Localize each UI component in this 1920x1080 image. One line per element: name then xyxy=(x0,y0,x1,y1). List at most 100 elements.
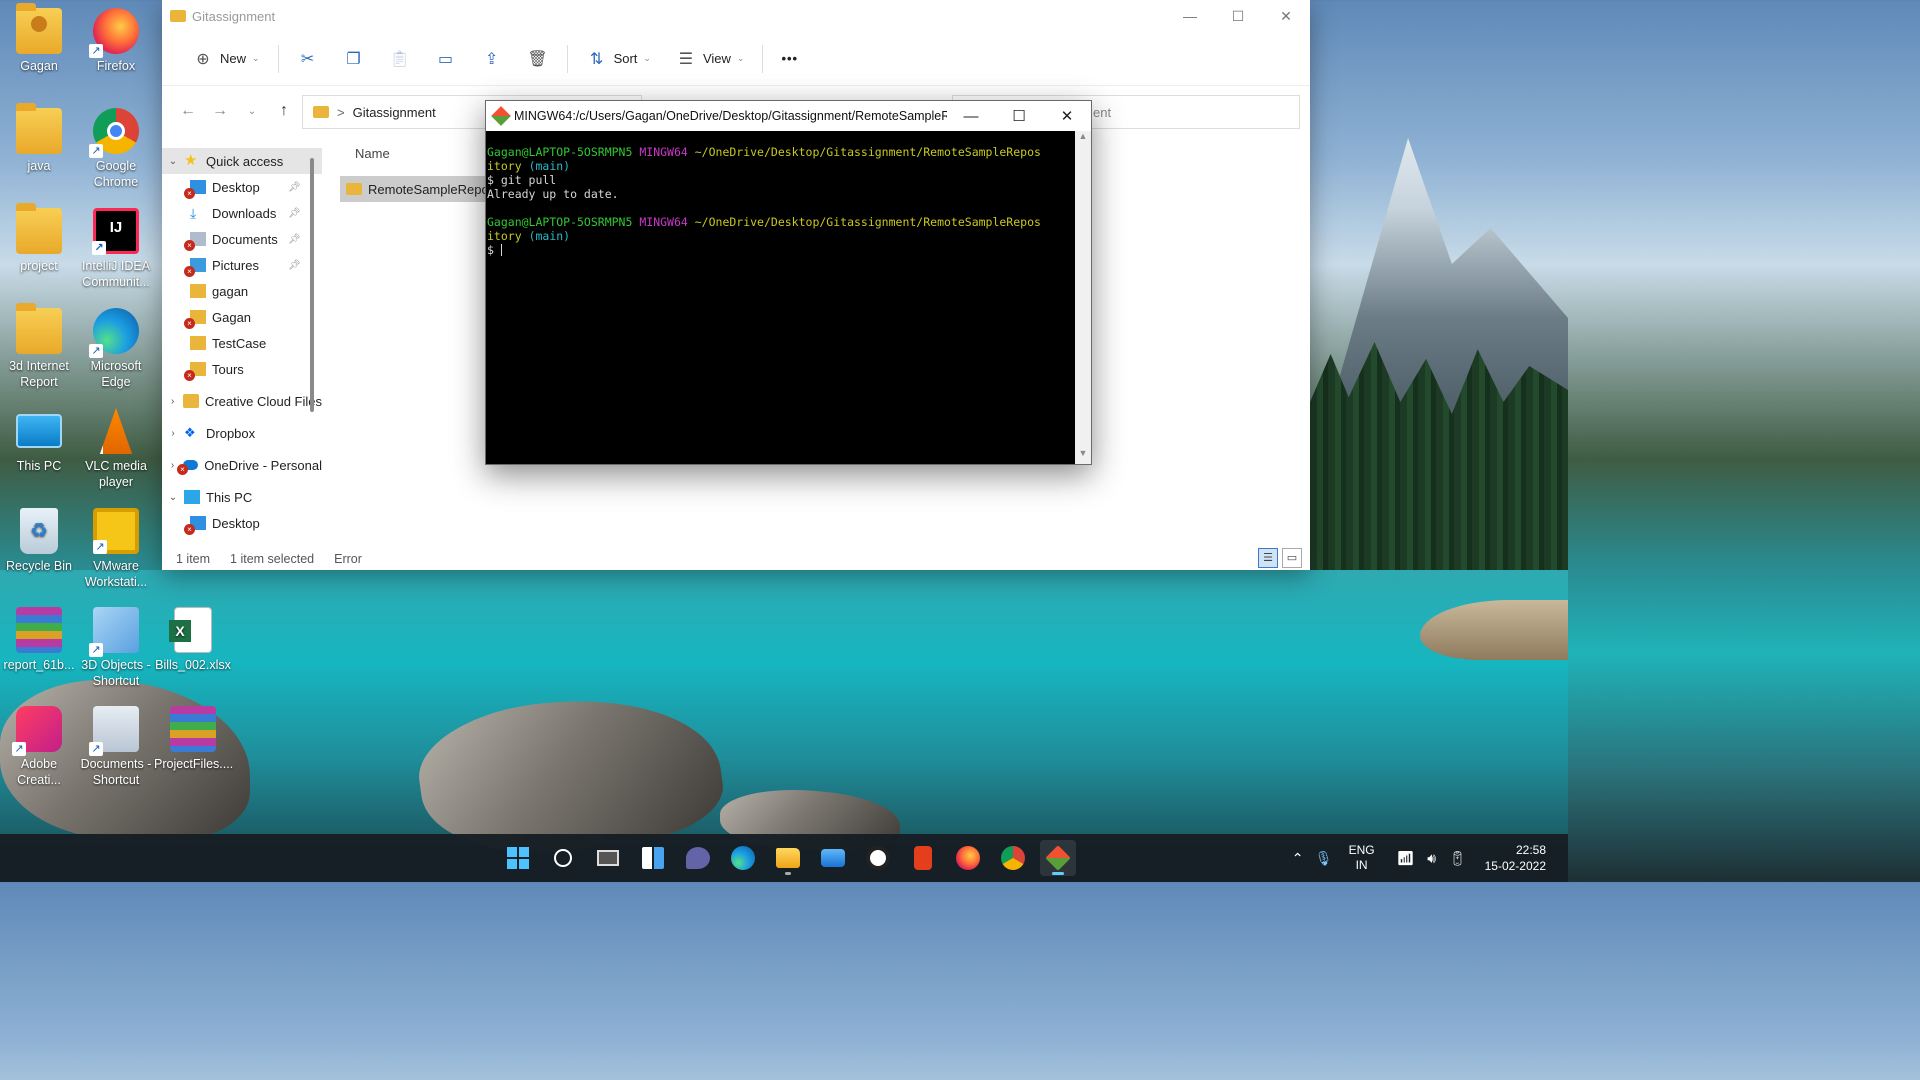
desktop-icon-recycle-bin[interactable]: ♻ Recycle Bin xyxy=(0,508,78,574)
share-button[interactable]: ⇪ xyxy=(469,42,515,76)
chrome-taskbar-button[interactable] xyxy=(995,840,1031,876)
edge-taskbar-button[interactable] xyxy=(725,840,761,876)
paste-button[interactable]: 📋︎ xyxy=(377,42,423,76)
search-button[interactable] xyxy=(545,840,581,876)
desktop-icon-documents[interactable]: Documents - Shortcut xyxy=(77,706,155,788)
desktop-icon-3d-objects[interactable]: 3D Objects - Shortcut xyxy=(77,607,155,689)
volume-icon[interactable]: 🔊︎ xyxy=(1421,850,1443,867)
minimize-button[interactable]: — xyxy=(1166,0,1214,32)
command-bar: ⊕ New ⌄ ✂ ❐ 📋︎ ▭ ⇪ 🗑︎ ⇅ Sort ⌄ ☰ View ⌄ … xyxy=(162,32,1310,86)
nav-item-testcase[interactable]: TestCase xyxy=(162,330,322,356)
forward-button[interactable]: → xyxy=(204,102,236,120)
firefox-taskbar-button[interactable] xyxy=(950,840,986,876)
sort-label: Sort xyxy=(613,51,638,66)
file-row-selected[interactable]: RemoteSampleRepository xyxy=(340,176,490,202)
copy-button[interactable]: ❐ xyxy=(331,42,377,76)
nav-dropbox[interactable]: › ❖ Dropbox xyxy=(162,420,322,446)
nav-item-downloads[interactable]: ⤓ Downloads 📌︎ xyxy=(162,200,322,226)
desktop-icon-firefox[interactable]: Firefox xyxy=(77,8,155,74)
rename-button[interactable]: ▭ xyxy=(423,42,469,76)
large-icons-view-button[interactable]: ▭ xyxy=(1282,548,1302,568)
up-button[interactable]: ↑ xyxy=(268,102,300,120)
nav-this-pc[interactable]: ⌄ This PC xyxy=(162,484,322,510)
nav-item-gagan[interactable]: × Gagan xyxy=(162,304,322,330)
back-button[interactable]: ← xyxy=(172,102,204,120)
close-button[interactable]: ✕ xyxy=(1043,101,1091,131)
desktop-icon-projectfiles[interactable]: ProjectFiles.... xyxy=(154,706,233,772)
task-view-button[interactable] xyxy=(590,840,626,876)
breadcrumb-gitassignment[interactable]: Gitassignment xyxy=(353,105,436,120)
clock[interactable]: 22:58 15-02-2022 xyxy=(1485,842,1546,874)
desktop-icon-3d-internet-report[interactable]: 3d Internet Report xyxy=(0,303,78,390)
file-explorer-taskbar-button[interactable] xyxy=(770,840,806,876)
monitor-icon xyxy=(16,414,62,448)
minimize-button[interactable]: — xyxy=(947,101,995,131)
terminal-input-line[interactable]: $ xyxy=(487,243,1076,257)
scroll-down-arrow-icon[interactable]: ▼ xyxy=(1075,448,1091,464)
nav-pane-scrollbar[interactable] xyxy=(310,158,314,412)
teams-chat-button[interactable] xyxy=(680,840,716,876)
documents-icon xyxy=(89,706,139,756)
nav-onedrive[interactable]: › × OneDrive - Personal xyxy=(162,452,322,478)
nav-label: OneDrive - Personal xyxy=(204,457,322,473)
chevron-up-icon[interactable]: ⌃ xyxy=(1287,850,1309,867)
terminal-scrollbar[interactable]: ▲ ▼ xyxy=(1075,131,1091,464)
start-button[interactable] xyxy=(500,840,536,876)
microphone-icon[interactable]: 🎙︎ xyxy=(1313,850,1335,867)
start-icon xyxy=(507,847,529,869)
widgets-button[interactable] xyxy=(635,840,671,876)
chevron-down-icon: ⌄ xyxy=(168,155,178,167)
desktop-icon-project[interactable]: project xyxy=(0,203,78,274)
details-view-button[interactable]: ☰ xyxy=(1258,548,1278,568)
desktop-icon-intellij[interactable]: IJ IntelliJ IDEA Communit... xyxy=(77,208,155,290)
nav-item-gagan-lower[interactable]: gagan xyxy=(162,278,322,304)
desktop-icon-label: This PC xyxy=(16,459,62,473)
maximize-button[interactable]: ☐ xyxy=(1214,0,1262,32)
desktop-icon-gagan[interactable]: Gagan xyxy=(0,3,78,74)
desktop-icon-this-pc[interactable]: This PC xyxy=(0,408,78,474)
office-taskbar-button[interactable] xyxy=(905,840,941,876)
wifi-icon[interactable]: 📶︎ xyxy=(1395,850,1417,867)
desktop-icon-vlc[interactable]: VLC media player xyxy=(77,408,155,490)
sort-button[interactable]: ⇅ Sort ⌄ xyxy=(574,42,663,76)
nav-this-pc-desktop[interactable]: × Desktop xyxy=(162,510,322,536)
nav-item-documents[interactable]: × Documents 📌︎ xyxy=(162,226,322,252)
view-button[interactable]: ☰ View ⌄ xyxy=(663,42,757,76)
scroll-up-arrow-icon[interactable]: ▲ xyxy=(1075,131,1091,147)
recent-locations-button[interactable]: ⌄ xyxy=(236,106,268,117)
mail-icon xyxy=(821,849,845,867)
desktop-icon-bills[interactable]: X Bills_002.xlsx xyxy=(154,607,232,673)
delete-button[interactable]: 🗑︎ xyxy=(515,42,561,76)
nav-quick-access[interactable]: ⌄ ★ Quick access xyxy=(162,148,322,174)
new-button[interactable]: ⊕ New ⌄ xyxy=(180,42,272,76)
nav-item-pictures[interactable]: × Pictures 📌︎ xyxy=(162,252,322,278)
github-taskbar-button[interactable] xyxy=(860,840,896,876)
desktop-icon-label: IntelliJ IDEA Communit... xyxy=(81,259,151,289)
desktop-icon-java[interactable]: java xyxy=(0,103,78,174)
prompt-branch: (main) xyxy=(528,159,571,173)
status-error: Error xyxy=(334,552,362,566)
terminal-output[interactable]: Gagan@LAPTOP-5OSRMPN5 MINGW64 ~/OneDrive… xyxy=(486,131,1076,464)
nav-item-desktop[interactable]: × Desktop 📌︎ xyxy=(162,174,322,200)
desktop-icon-edge[interactable]: Microsoft Edge xyxy=(77,308,155,390)
column-header-name[interactable]: Name xyxy=(340,138,490,168)
battery-icon[interactable]: 🔋︎ xyxy=(1447,850,1469,867)
chevron-right-icon: › xyxy=(171,395,175,407)
desktop-icon-report[interactable]: report_61b... xyxy=(0,607,78,673)
git-bash-taskbar-button[interactable] xyxy=(1040,840,1076,876)
close-button[interactable]: ✕ xyxy=(1262,0,1310,32)
language-indicator[interactable]: ENG IN xyxy=(1349,843,1375,873)
explorer-titlebar[interactable]: Gitassignment xyxy=(162,0,1310,32)
see-more-button[interactable]: ••• xyxy=(769,42,810,76)
mail-taskbar-button[interactable] xyxy=(815,840,851,876)
cut-button[interactable]: ✂ xyxy=(285,42,331,76)
nav-item-tours[interactable]: × Tours xyxy=(162,356,322,382)
desktop-icon-chrome[interactable]: Google Chrome xyxy=(77,108,155,190)
desktop-icon-label: Adobe Creati... xyxy=(17,757,61,787)
nav-creative-cloud[interactable]: › Creative Cloud Files xyxy=(162,388,322,414)
folder-icon: × xyxy=(184,310,206,329)
maximize-button[interactable]: ☐ xyxy=(995,101,1043,131)
desktop-icon-vmware[interactable]: VMware Workstati... xyxy=(77,508,155,590)
excel-icon: X xyxy=(169,607,212,653)
desktop-icon-adobe-cc[interactable]: Adobe Creati... xyxy=(0,706,78,788)
